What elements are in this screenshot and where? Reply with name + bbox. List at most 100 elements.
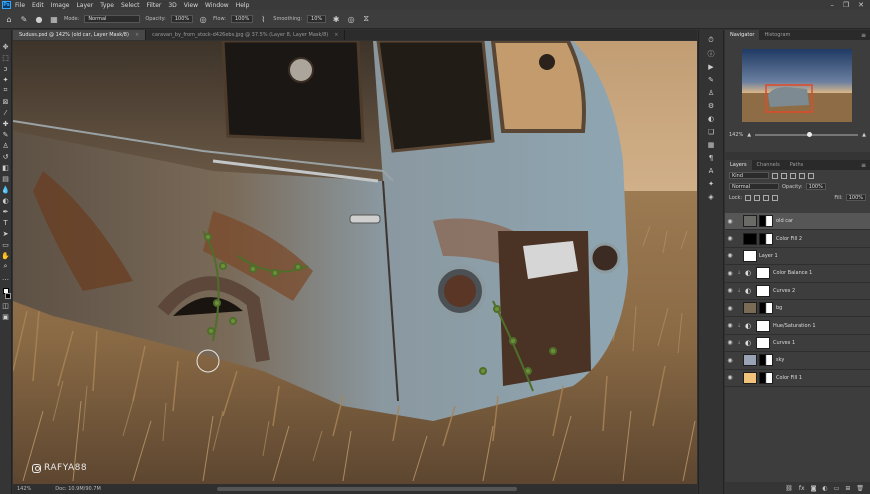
layer-name[interactable]: Hue/Saturation 1	[773, 323, 816, 329]
marquee-tool-icon[interactable]: ⬚	[1, 53, 10, 62]
doc-size-readout[interactable]: Doc: 10.9M/90.7M	[55, 486, 101, 492]
tab-channels[interactable]: Channels	[752, 160, 785, 170]
fill-field[interactable]: 100%	[845, 194, 866, 201]
zoom-out-icon[interactable]: ▲	[747, 132, 751, 138]
menu-type[interactable]: Type	[100, 2, 114, 9]
layer-row[interactable]: ◉ Color Fill 2	[725, 230, 870, 248]
lasso-tool-icon[interactable]: ↄ	[1, 64, 10, 73]
shape-tool-icon[interactable]: ▭	[1, 240, 10, 249]
tab-navigator[interactable]: Navigator	[725, 30, 760, 40]
actions-icon[interactable]: ▶	[705, 62, 717, 71]
layer-name[interactable]: Layer 1	[759, 253, 778, 259]
zoom-readout[interactable]: 142%	[17, 486, 31, 492]
path-select-tool-icon[interactable]: ➤	[1, 229, 10, 238]
layer-thumbnail[interactable]	[743, 354, 757, 367]
shape-filter-icon[interactable]	[799, 172, 805, 179]
adjustments-icon[interactable]: ◐	[705, 114, 717, 123]
navigator-zoom-slider[interactable]	[755, 132, 859, 137]
tab-document-2[interactable]: caravan_by_from_stock-d426ebs.jpg @ 37.5…	[146, 30, 346, 40]
tab-document-1[interactable]: Suduss.psd @ 142% (old car, Layer Mask/8…	[13, 30, 147, 40]
layer-thumbnail[interactable]	[743, 249, 757, 262]
trash-icon[interactable]: 🗑	[856, 485, 864, 492]
navigator-thumbnail[interactable]	[742, 49, 852, 122]
lock-pixels-icon[interactable]	[745, 194, 752, 201]
zoom-in-icon[interactable]: ▲	[862, 132, 866, 138]
menu-window[interactable]: Window	[205, 2, 229, 9]
layer-opacity-field[interactable]: 100%	[805, 183, 826, 190]
visibility-eye-icon[interactable]: ◉	[725, 235, 735, 242]
close-tab-icon[interactable]: ×	[334, 32, 338, 38]
horizontal-scrollbar[interactable]	[217, 487, 517, 491]
brush-tool-icon[interactable]: ✎	[19, 14, 29, 24]
layer-mask-thumbnail[interactable]	[759, 302, 773, 315]
layer-name[interactable]: bg	[776, 305, 782, 311]
history-brush-tool-icon[interactable]: ↺	[1, 152, 10, 161]
libraries-icon[interactable]: ❏	[705, 127, 717, 136]
layer-mask-thumbnail[interactable]	[759, 215, 773, 228]
visibility-eye-icon[interactable]: ◉	[725, 270, 735, 277]
glyphs-icon[interactable]: ✦	[705, 179, 717, 188]
tab-histogram[interactable]: Histogram	[759, 30, 795, 40]
tab-paths[interactable]: Paths	[785, 160, 809, 170]
eyedropper-tool-icon[interactable]: ⁄	[1, 108, 10, 117]
panel-menu-icon[interactable]: ≡	[861, 162, 870, 169]
eraser-tool-icon[interactable]: ◧	[1, 163, 10, 172]
layer-name[interactable]: Color Balance 1	[773, 270, 812, 276]
pressure-size-icon[interactable]: ◎	[346, 14, 356, 24]
menu-3d[interactable]: 3D	[168, 2, 176, 9]
layer-name[interactable]: Curves 2	[773, 288, 795, 294]
layer-mask-thumbnail[interactable]	[759, 354, 773, 367]
background-color-swatch[interactable]	[4, 293, 11, 299]
mode-dropdown[interactable]: Normal	[84, 15, 141, 23]
lock-artboard-icon[interactable]	[763, 194, 770, 201]
layer-row[interactable]: ◉ Layer 1	[725, 248, 870, 266]
visibility-eye-icon[interactable]: ◉	[725, 218, 735, 225]
smoothing-options-icon[interactable]: ✱	[331, 14, 341, 24]
layer-thumbnail[interactable]	[743, 371, 757, 384]
menu-image[interactable]: Image	[51, 2, 70, 9]
layer-filter-kind[interactable]: Kind	[729, 172, 769, 179]
menu-view[interactable]: View	[184, 2, 198, 9]
symmetry-icon[interactable]: ⧖	[361, 14, 371, 24]
layer-row[interactable]: ◉ ↓ ◐ Hue/Saturation 1	[725, 317, 870, 335]
layer-row[interactable]: ◉ Color Fill 1	[725, 370, 870, 387]
visibility-eye-icon[interactable]: ◉	[725, 252, 735, 259]
layer-name[interactable]: Color Fill 1	[776, 375, 802, 381]
layer-row[interactable]: ◉ bg	[725, 300, 870, 318]
close-icon[interactable]: ✕	[858, 1, 864, 9]
history-icon[interactable]: ⏱	[705, 36, 717, 45]
properties-icon[interactable]: ⚙	[705, 101, 717, 110]
menu-help[interactable]: Help	[236, 2, 250, 9]
close-tab-icon[interactable]: ×	[135, 32, 139, 38]
zoom-slider-knob[interactable]	[806, 132, 812, 137]
minimize-icon[interactable]: –	[830, 1, 834, 9]
healing-tool-icon[interactable]: ✚	[1, 119, 10, 128]
layer-row[interactable]: ◉ ↓ ◐ Color Balance 1	[725, 265, 870, 283]
pixel-filter-icon[interactable]	[772, 172, 778, 179]
group-icon[interactable]: ▭	[834, 485, 840, 492]
brush-preset-icon[interactable]: ●	[34, 14, 44, 24]
lock-all-icon[interactable]	[772, 194, 779, 201]
clone-stamp-tool-icon[interactable]: ♙	[1, 141, 10, 150]
new-layer-icon[interactable]: ⊞	[845, 485, 850, 492]
layer-mask-thumbnail[interactable]	[759, 371, 773, 384]
layer-thumbnail[interactable]	[743, 232, 757, 245]
fx-icon[interactable]: fx	[799, 485, 805, 492]
dodge-tool-icon[interactable]: ◐	[1, 196, 10, 205]
smart-object-filter-icon[interactable]	[808, 172, 814, 179]
mask-icon[interactable]: ◙	[811, 485, 817, 492]
layer-row[interactable]: ◉ sky	[725, 352, 870, 370]
lock-position-icon[interactable]	[754, 194, 761, 201]
layer-name[interactable]: Curves 1	[773, 340, 795, 346]
brush-tool-icon[interactable]: ✎	[1, 130, 10, 139]
brush-settings-icon[interactable]: ✎	[705, 75, 717, 84]
menu-filter[interactable]: Filter	[147, 2, 162, 9]
airbrush-icon[interactable]: ⌇	[258, 14, 268, 24]
layer-mask-thumbnail[interactable]	[756, 284, 770, 297]
visibility-eye-icon[interactable]: ◉	[725, 305, 735, 312]
layer-mask-thumbnail[interactable]	[756, 336, 770, 349]
navigator-zoom-value[interactable]: 142%	[729, 132, 743, 138]
more-tools-icon[interactable]: …	[1, 273, 10, 282]
layer-row[interactable]: ◉ ↓ ◐ Curves 2	[725, 283, 870, 300]
hand-tool-icon[interactable]: ✋	[1, 251, 10, 260]
